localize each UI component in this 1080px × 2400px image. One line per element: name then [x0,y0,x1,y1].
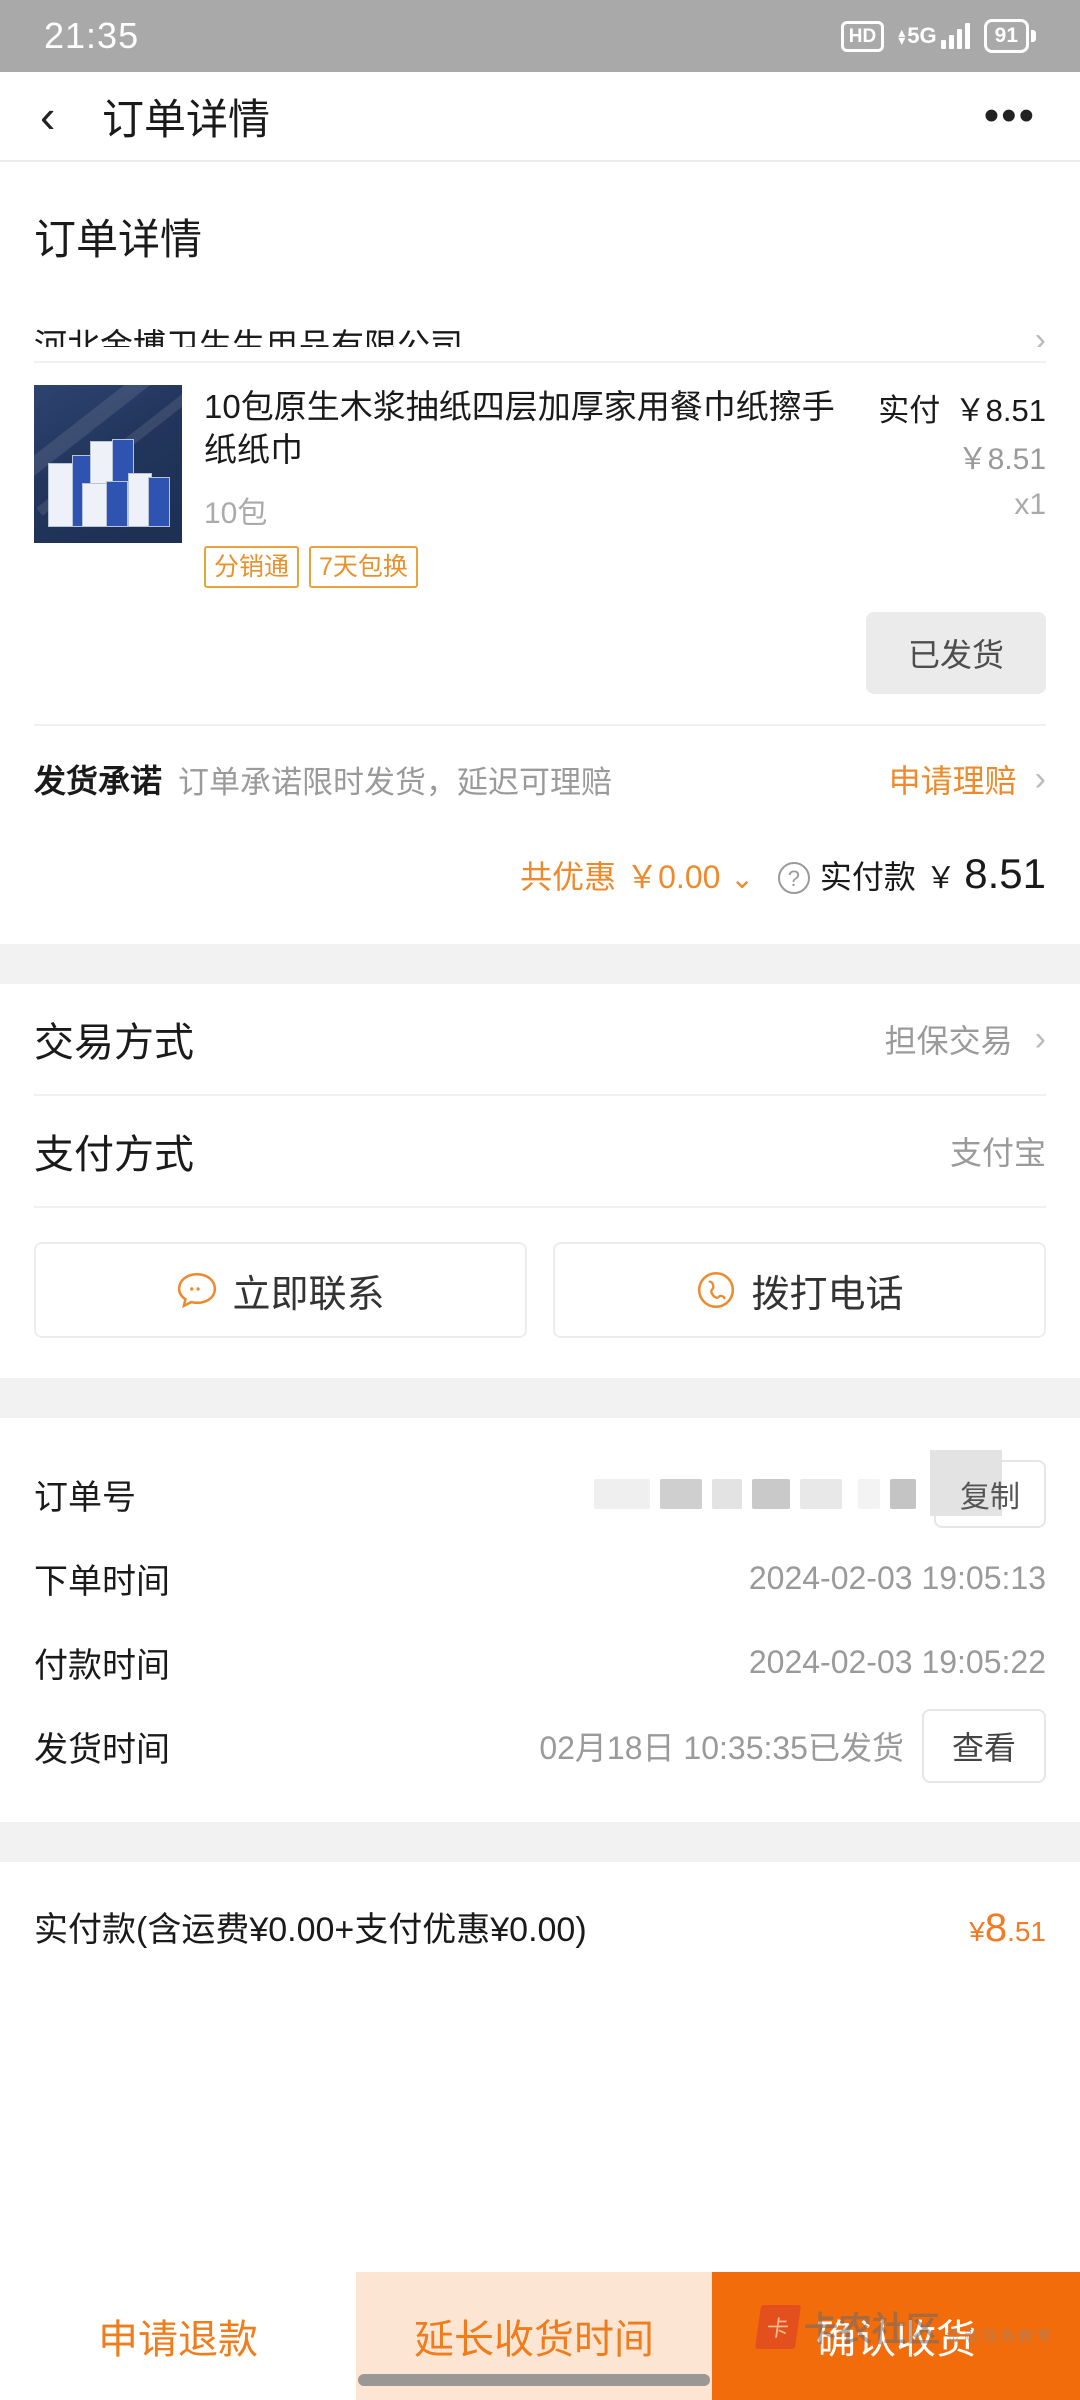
shipping-promise-row[interactable]: 发货承诺 订单承诺限时发货，延迟可理赔 申请理赔 › [0,726,1080,802]
tag-exchange: 7天包换 [309,546,418,588]
page-title: 订单详情 [102,95,271,143]
nav-bar: ‹ 订单详情 ••• [0,72,1080,160]
pay-time-row: 付款时间 2024-02-03 19:05:22 [34,1620,1046,1704]
chevron-right-icon: › [1034,1019,1046,1058]
phone-icon [698,1271,735,1309]
product-unit-price: ￥8.51 [957,443,1046,476]
discount-label: 共优惠 [520,859,617,895]
order-detail-screen: 21:35 HD ▴ ▾ 5G 91 ‹ 订单详情 ••• 订单详情 河北金博卫生… [0,0,1080,2400]
status-icons: HD ▴ ▾ 5G 91 [840,19,1036,53]
shipped-status-row: 已发货 [0,588,1080,694]
product-row[interactable]: 10包原生木浆抽纸四层加厚家用餐巾纸擦手纸纸巾 实付 ￥8.51 ￥8.51 1… [0,363,1080,588]
product-spec: 10包 [204,497,268,530]
product-image-boxes [42,433,174,529]
watermark-logo-icon: 卡 [754,2304,802,2349]
method-section: 交易方式 担保交易 › 支付方式 支付宝 [0,984,1080,1208]
shop-row[interactable]: 河北金博卫生生用品有限公司 › [0,301,1080,347]
product-tags: 分销通 7天包换 [204,546,1046,588]
product-thumbnail[interactable] [34,385,182,543]
order-number-row: 订单号 复制 [34,1450,1046,1536]
bottom-action-bar: 申请退款 延长收货时间 确认收货 卡 卡农社区 金融服务教育 [0,2272,1080,2400]
product-info: 10包原生木浆抽纸四层加厚家用餐巾纸擦手纸纸巾 实付 ￥8.51 ￥8.51 1… [182,385,1046,588]
discount-amount: ￥0.00 [626,859,721,895]
call-phone-button[interactable]: 拨打电话 [553,1242,1046,1338]
claim-link[interactable]: 申请理赔 [889,756,1017,802]
chevron-right-icon: › [1034,321,1046,347]
paid-value: 8.51 [964,850,1046,897]
contact-now-button[interactable]: 立即联系 [34,1242,527,1338]
create-time-label: 下单时间 [34,1562,170,1601]
product-title: 10包原生木浆抽纸四层加厚家用餐巾纸擦手纸纸巾 [204,388,835,468]
status-bar: 21:35 HD ▴ ▾ 5G 91 [0,0,1080,72]
extend-receipt-label: 延长收货时间 [414,2318,654,2362]
extend-receipt-button[interactable]: 延长收货时间 [356,2272,712,2400]
ship-time-label: 发货时间 [34,1730,170,1769]
tag-distribution: 分销通 [204,546,300,588]
payment-method-row: 支付方式 支付宝 [34,1096,1046,1206]
total-label: 实付款(含运费¥0.00+支付优惠¥0.00) [34,1911,587,1949]
product-pay-price: ￥8.51 [954,393,1046,428]
trade-method-label: 交易方式 [34,1021,194,1065]
status-badge[interactable]: 已发货 [865,612,1046,694]
total-row: 实付款(含运费¥0.00+支付优惠¥0.00) ¥8.51 [0,1862,1080,1989]
order-number-value [594,1479,916,1509]
page-heading: 订单详情 [0,162,1080,301]
confirm-receipt-button[interactable]: 确认收货 卡 卡农社区 金融服务教育 [712,2272,1080,2400]
status-time: 21:35 [44,15,140,56]
chevron-right-icon: › [1034,759,1046,798]
create-time-row: 下单时间 2024-02-03 19:05:13 [34,1536,1046,1620]
ship-time-value: 02月18日 10:35:35已发货 [539,1730,904,1766]
trade-method-row[interactable]: 交易方式 担保交易 › [34,984,1046,1094]
paid-amount: ￥ 8.51 [926,850,1046,898]
discount-summary-row[interactable]: 共优惠 ￥0.00 ⌄ ? 实付款 ￥ 8.51 [0,802,1080,944]
paid-label: 实付款 [819,859,916,895]
chevron-down-icon[interactable]: ⌄ [730,862,753,895]
more-icon[interactable]: ••• [984,94,1036,137]
shop-name: 河北金博卫生生用品有限公司 [34,327,463,347]
payment-method-label: 支付方式 [34,1133,194,1177]
total-cents: .51 [1007,1916,1046,1947]
call-phone-label: 拨打电话 [751,1273,904,1316]
promise-label: 发货承诺 [34,763,163,799]
currency-symbol: ￥ [925,862,956,895]
pay-time-value: 2024-02-03 19:05:22 [748,1643,1046,1680]
back-icon[interactable]: ‹ [40,93,94,139]
signal-bars-icon [940,23,970,49]
payment-method-value: 支付宝 [949,1135,1046,1171]
network-type-icon: ▴ ▾ 5G [898,23,937,48]
total-currency: ¥ [969,1916,985,1947]
section-gap [0,944,1080,984]
create-time-value: 2024-02-03 19:05:13 [748,1559,1046,1596]
chat-bubble-icon [178,1272,217,1309]
total-value: 8 [984,1906,1008,1950]
contact-buttons: 立即联系 拨打电话 [0,1208,1080,1378]
product-quantity: x1 [1014,488,1046,521]
confirm-receipt-label: 确认收货 [816,2318,976,2362]
view-logistics-button[interactable]: 查看 [921,1709,1046,1783]
home-indicator [358,2374,710,2386]
network-status: ▴ ▾ 5G [898,23,970,49]
product-pay-label: 实付 [878,393,941,428]
apply-refund-button[interactable]: 申请退款 [0,2272,356,2400]
total-amount: ¥8.51 [969,1906,1046,1951]
data-arrows-icon: ▴ ▾ [898,24,906,48]
battery-icon: 91 [983,19,1036,53]
order-number-label: 订单号 [34,1478,136,1517]
hd-icon: HD [840,20,885,52]
trade-method-value: 担保交易 [884,1023,1013,1059]
section-gap-2 [0,1378,1080,1418]
contact-now-label: 立即联系 [232,1273,385,1316]
ship-time-row: 发货时间 02月18日 10:35:35已发货 查看 [34,1704,1046,1788]
copy-button[interactable]: 复制 [930,1450,1046,1528]
question-circle-icon[interactable]: ? [777,862,810,894]
promise-text: 订单承诺限时发货，延迟可理赔 [178,764,613,800]
pay-time-label: 付款时间 [34,1646,170,1685]
order-info-section: 订单号 复制 下单时间 2024-02-03 19:05:13 付款时间 202… [0,1418,1080,1822]
section-gap-3 [0,1822,1080,1862]
